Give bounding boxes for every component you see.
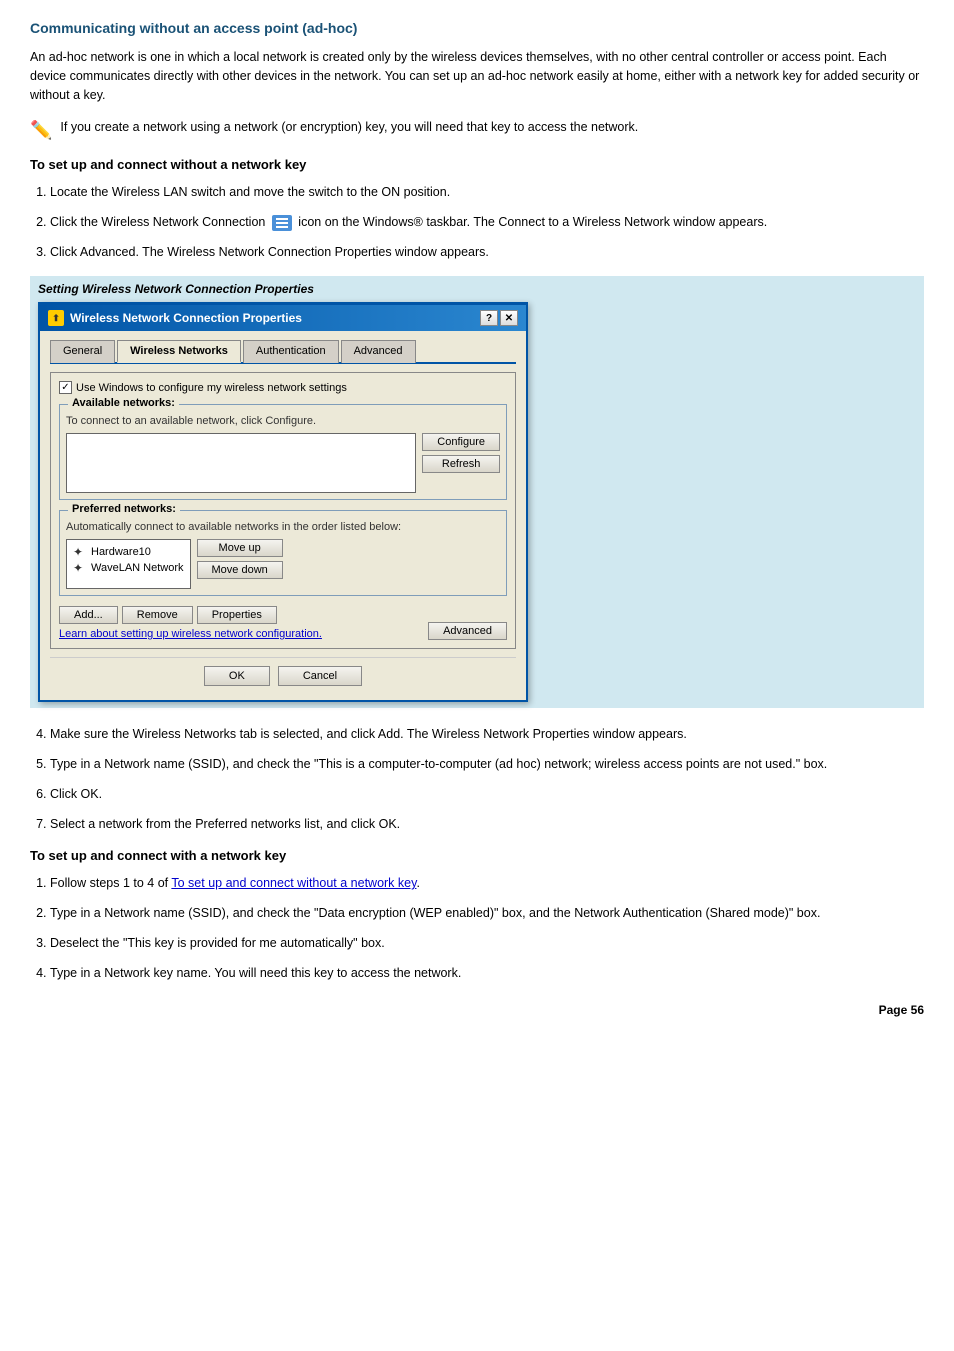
available-networks-listbox[interactable] (66, 433, 416, 493)
step-cont-4: Make sure the Wireless Networks tab is s… (50, 724, 924, 744)
tab-advanced[interactable]: Advanced (341, 340, 416, 363)
dialog-titlebar: ⬆ Wireless Network Connection Properties… (40, 305, 526, 331)
section2-title: To set up and connect with a network key (30, 848, 924, 863)
step-1-1: Locate the Wireless LAN switch and move … (50, 182, 924, 202)
advanced-button[interactable]: Advanced (428, 622, 507, 640)
preferred-networks-title: Preferred networks: (68, 503, 180, 515)
checkbox-label: Use Windows to configure my wireless net… (76, 382, 347, 394)
available-networks-content: To connect to an available network, clic… (66, 415, 500, 493)
step-2-2: Type in a Network name (SSID), and check… (50, 903, 924, 923)
dialog-title-icon: ⬆ (48, 310, 64, 326)
step-2-3: Deselect the "This key is provided for m… (50, 933, 924, 953)
wifi-icon-hardware10 (73, 545, 87, 559)
network-item-wavelan[interactable]: WaveLAN Network (71, 560, 186, 576)
preferred-list-area: Hardware10 WaveLAN Network Move up Move … (66, 539, 500, 589)
page-title: Communicating without an access point (a… (30, 20, 924, 36)
step-cont-5: Type in a Network name (SSID), and check… (50, 754, 924, 774)
dialog-window: ⬆ Wireless Network Connection Properties… (38, 302, 528, 702)
titlebar-buttons[interactable]: ? ✕ (480, 310, 518, 326)
cancel-button[interactable]: Cancel (278, 666, 362, 686)
tab-general[interactable]: General (50, 340, 115, 363)
add-remove-properties-buttons: Add... Remove Properties (59, 606, 322, 624)
properties-button[interactable]: Properties (197, 606, 277, 624)
network-item-hardware10[interactable]: Hardware10 (71, 544, 186, 560)
move-down-button[interactable]: Move down (197, 561, 283, 579)
preferred-networks-desc: Automatically connect to available netwo… (66, 521, 500, 533)
remove-button[interactable]: Remove (122, 606, 193, 624)
available-networks-group: Available networks: To connect to an ava… (59, 404, 507, 500)
dialog-body: General Wireless Networks Authentication… (40, 331, 526, 700)
move-buttons-column: Move up Move down (197, 539, 283, 579)
step-cont-7: Select a network from the Preferred netw… (50, 814, 924, 834)
checkbox-row[interactable]: ✓ Use Windows to configure my wireless n… (59, 381, 507, 394)
bottom-left-section: Add... Remove Properties Learn about set… (59, 606, 322, 640)
wifi-icon-wavelan (73, 561, 87, 575)
step-1-2: Click the Wireless Network Connection ic… (50, 212, 924, 232)
move-up-button[interactable]: Move up (197, 539, 283, 557)
network-list-area: Configure Refresh (66, 433, 500, 493)
ok-button[interactable]: OK (204, 666, 270, 686)
network-name-hardware10: Hardware10 (91, 546, 151, 558)
available-networks-buttons: Configure Refresh (422, 433, 500, 473)
preferred-networks-group: Preferred networks: Automatically connec… (59, 510, 507, 596)
note-box: ✏️ If you create a network using a netwo… (30, 118, 924, 141)
preferred-networks-content: Automatically connect to available netwo… (66, 521, 500, 589)
refresh-button[interactable]: Refresh (422, 455, 500, 473)
step-cont-6: Click OK. (50, 784, 924, 804)
step-2-4: Type in a Network key name. You will nee… (50, 963, 924, 983)
network-connection-icon (272, 215, 292, 231)
intro-paragraph: An ad-hoc network is one in which a loca… (30, 48, 924, 104)
dialog-tabs: General Wireless Networks Authentication… (50, 339, 516, 364)
learn-link[interactable]: Learn about setting up wireless network … (59, 628, 322, 640)
step-1-3: Click Advanced. The Wireless Network Con… (50, 242, 924, 262)
screenshot-label: Setting Wireless Network Connection Prop… (38, 282, 916, 296)
available-networks-desc: To connect to an available network, clic… (66, 415, 500, 427)
network-name-wavelan: WaveLAN Network (91, 562, 184, 574)
tab-authentication[interactable]: Authentication (243, 340, 339, 363)
dialog-content-area: ✓ Use Windows to configure my wireless n… (50, 372, 516, 649)
link-no-key[interactable]: To set up and connect without a network … (171, 876, 416, 890)
steps-list-1: Locate the Wireless LAN switch and move … (50, 182, 924, 262)
dialog-title-text: Wireless Network Connection Properties (70, 311, 302, 325)
note-icon: ✏️ (30, 120, 52, 141)
help-button[interactable]: ? (480, 310, 498, 326)
dialog-footer: OK Cancel (50, 657, 516, 690)
steps-list-1-cont: Make sure the Wireless Networks tab is s… (50, 724, 924, 834)
steps-list-2: Follow steps 1 to 4 of To set up and con… (50, 873, 924, 983)
step-2-1: Follow steps 1 to 4 of To set up and con… (50, 873, 924, 893)
titlebar-left: ⬆ Wireless Network Connection Properties (48, 310, 302, 326)
screenshot-container: Setting Wireless Network Connection Prop… (30, 276, 924, 708)
use-windows-checkbox[interactable]: ✓ (59, 381, 72, 394)
preferred-networks-listbox[interactable]: Hardware10 WaveLAN Network (66, 539, 191, 589)
page-number: Page 56 (30, 1003, 924, 1017)
tab-wireless-networks[interactable]: Wireless Networks (117, 340, 241, 363)
configure-button[interactable]: Configure (422, 433, 500, 451)
available-networks-title: Available networks: (68, 397, 179, 409)
section1-title: To set up and connect without a network … (30, 157, 924, 172)
close-button[interactable]: ✕ (500, 310, 518, 326)
add-button[interactable]: Add... (59, 606, 118, 624)
note-text: If you create a network using a network … (60, 118, 638, 137)
bottom-row: Add... Remove Properties Learn about set… (59, 606, 507, 640)
